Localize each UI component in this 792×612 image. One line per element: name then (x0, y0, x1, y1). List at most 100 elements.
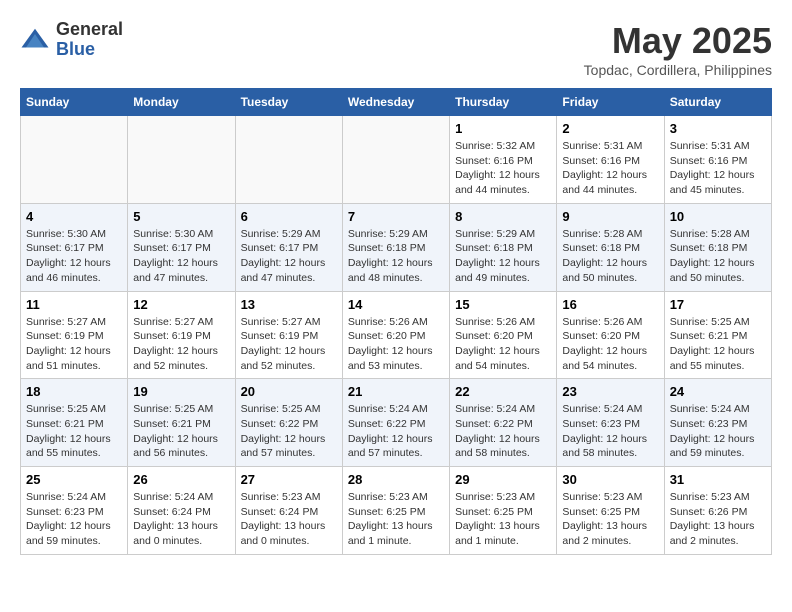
day-number: 13 (241, 297, 337, 312)
calendar-cell: 11 Sunrise: 5:27 AM Sunset: 6:19 PM Dayli… (21, 291, 128, 379)
day-number: 11 (26, 297, 122, 312)
day-number: 7 (348, 209, 444, 224)
calendar-cell: 10 Sunrise: 5:28 AM Sunset: 6:18 PM Dayli… (664, 203, 771, 291)
calendar-cell: 30Sunrise: 5:23 AM Sunset: 6:25 PM Dayli… (557, 467, 664, 555)
header-tuesday: Tuesday (235, 89, 342, 116)
day-number: 27 (241, 472, 337, 487)
calendar-cell: 4 Sunrise: 5:30 AM Sunset: 6:17 PM Daylig… (21, 203, 128, 291)
calendar-cell: 21Sunrise: 5:24 AM Sunset: 6:22 PM Dayli… (342, 379, 449, 467)
header-monday: Monday (128, 89, 235, 116)
day-info: Sunrise: 5:25 AM Sunset: 6:22 PM Dayligh… (241, 402, 337, 461)
calendar-cell: 14Sunrise: 5:26 AM Sunset: 6:20 PM Dayli… (342, 291, 449, 379)
day-info: Sunrise: 5:24 AM Sunset: 6:23 PM Dayligh… (26, 490, 122, 549)
calendar-cell: 17 Sunrise: 5:25 AM Sunset: 6:21 PM Dayli… (664, 291, 771, 379)
logo: General Blue (20, 20, 123, 60)
day-number: 8 (455, 209, 551, 224)
calendar-cell: 27 Sunrise: 5:23 AM Sunset: 6:24 PM Dayli… (235, 467, 342, 555)
header-thursday: Thursday (450, 89, 557, 116)
day-number: 6 (241, 209, 337, 224)
calendar-table: SundayMondayTuesdayWednesdayThursdayFrid… (20, 88, 772, 555)
title-section: May 2025 Topdac, Cordillera, Philippines (584, 20, 772, 78)
day-number: 5 (133, 209, 229, 224)
day-info: Sunrise: 5:23 AM Sunset: 6:26 PM Dayligh… (670, 490, 766, 549)
calendar-cell: 5 Sunrise: 5:30 AM Sunset: 6:17 PM Daylig… (128, 203, 235, 291)
day-info: Sunrise: 5:23 AM Sunset: 6:25 PM Dayligh… (562, 490, 658, 549)
week-row-3: 11 Sunrise: 5:27 AM Sunset: 6:19 PM Dayli… (21, 291, 772, 379)
day-number: 17 (670, 297, 766, 312)
day-number: 2 (562, 121, 658, 136)
day-number: 9 (562, 209, 658, 224)
calendar-cell: 18 Sunrise: 5:25 AM Sunset: 6:21 PM Dayli… (21, 379, 128, 467)
main-title: May 2025 (584, 20, 772, 62)
calendar-cell: 28Sunrise: 5:23 AM Sunset: 6:25 PM Dayli… (342, 467, 449, 555)
day-info: Sunrise: 5:27 AM Sunset: 6:19 PM Dayligh… (26, 315, 122, 374)
calendar-cell: 9 Sunrise: 5:28 AM Sunset: 6:18 PM Daylig… (557, 203, 664, 291)
header-friday: Friday (557, 89, 664, 116)
calendar-cell: 12 Sunrise: 5:27 AM Sunset: 6:19 PM Dayli… (128, 291, 235, 379)
day-info: Sunrise: 5:31 AM Sunset: 6:16 PM Dayligh… (670, 139, 766, 198)
day-info: Sunrise: 5:23 AM Sunset: 6:25 PM Dayligh… (455, 490, 551, 549)
day-info: Sunrise: 5:29 AM Sunset: 6:18 PM Dayligh… (455, 227, 551, 286)
day-info: Sunrise: 5:25 AM Sunset: 6:21 PM Dayligh… (670, 315, 766, 374)
day-info: Sunrise: 5:26 AM Sunset: 6:20 PM Dayligh… (562, 315, 658, 374)
calendar-cell: 15 Sunrise: 5:26 AM Sunset: 6:20 PM Dayli… (450, 291, 557, 379)
day-number: 28 (348, 472, 444, 487)
calendar-cell: 22Sunrise: 5:24 AM Sunset: 6:22 PM Dayli… (450, 379, 557, 467)
day-info: Sunrise: 5:24 AM Sunset: 6:24 PM Dayligh… (133, 490, 229, 549)
day-number: 25 (26, 472, 122, 487)
calendar-cell: 3 Sunrise: 5:31 AM Sunset: 6:16 PM Daylig… (664, 116, 771, 204)
day-info: Sunrise: 5:30 AM Sunset: 6:17 PM Dayligh… (133, 227, 229, 286)
day-number: 26 (133, 472, 229, 487)
day-info: Sunrise: 5:29 AM Sunset: 6:18 PM Dayligh… (348, 227, 444, 286)
day-info: Sunrise: 5:31 AM Sunset: 6:16 PM Dayligh… (562, 139, 658, 198)
calendar-cell (128, 116, 235, 204)
day-number: 20 (241, 384, 337, 399)
day-info: Sunrise: 5:24 AM Sunset: 6:23 PM Dayligh… (562, 402, 658, 461)
day-info: Sunrise: 5:27 AM Sunset: 6:19 PM Dayligh… (241, 315, 337, 374)
logo-icon (20, 25, 50, 55)
week-row-1: 1Sunrise: 5:32 AM Sunset: 6:16 PM Daylig… (21, 116, 772, 204)
calendar-cell: 20 Sunrise: 5:25 AM Sunset: 6:22 PM Dayli… (235, 379, 342, 467)
calendar-cell (235, 116, 342, 204)
calendar-cell: 25 Sunrise: 5:24 AM Sunset: 6:23 PM Dayli… (21, 467, 128, 555)
header-row: SundayMondayTuesdayWednesdayThursdayFrid… (21, 89, 772, 116)
day-info: Sunrise: 5:28 AM Sunset: 6:18 PM Dayligh… (562, 227, 658, 286)
calendar-cell: 8 Sunrise: 5:29 AM Sunset: 6:18 PM Daylig… (450, 203, 557, 291)
day-number: 29 (455, 472, 551, 487)
calendar-cell: 24Sunrise: 5:24 AM Sunset: 6:23 PM Dayli… (664, 379, 771, 467)
day-number: 12 (133, 297, 229, 312)
calendar-cell (342, 116, 449, 204)
calendar-cell: 29 Sunrise: 5:23 AM Sunset: 6:25 PM Dayli… (450, 467, 557, 555)
day-number: 4 (26, 209, 122, 224)
page-header: General Blue May 2025 Topdac, Cordillera… (20, 20, 772, 78)
day-info: Sunrise: 5:24 AM Sunset: 6:23 PM Dayligh… (670, 402, 766, 461)
day-info: Sunrise: 5:26 AM Sunset: 6:20 PM Dayligh… (455, 315, 551, 374)
day-info: Sunrise: 5:28 AM Sunset: 6:18 PM Dayligh… (670, 227, 766, 286)
day-number: 10 (670, 209, 766, 224)
day-number: 16 (562, 297, 658, 312)
day-number: 3 (670, 121, 766, 136)
day-info: Sunrise: 5:27 AM Sunset: 6:19 PM Dayligh… (133, 315, 229, 374)
calendar-cell: 7 Sunrise: 5:29 AM Sunset: 6:18 PM Daylig… (342, 203, 449, 291)
calendar-cell: 26 Sunrise: 5:24 AM Sunset: 6:24 PM Dayli… (128, 467, 235, 555)
week-row-4: 18 Sunrise: 5:25 AM Sunset: 6:21 PM Dayli… (21, 379, 772, 467)
day-number: 15 (455, 297, 551, 312)
header-saturday: Saturday (664, 89, 771, 116)
day-info: Sunrise: 5:30 AM Sunset: 6:17 PM Dayligh… (26, 227, 122, 286)
calendar-cell: 1Sunrise: 5:32 AM Sunset: 6:16 PM Daylig… (450, 116, 557, 204)
header-sunday: Sunday (21, 89, 128, 116)
day-number: 23 (562, 384, 658, 399)
day-number: 18 (26, 384, 122, 399)
week-row-5: 25 Sunrise: 5:24 AM Sunset: 6:23 PM Dayli… (21, 467, 772, 555)
day-info: Sunrise: 5:23 AM Sunset: 6:24 PM Dayligh… (241, 490, 337, 549)
subtitle: Topdac, Cordillera, Philippines (584, 62, 772, 78)
logo-blue: Blue (56, 40, 123, 60)
calendar-cell: 13 Sunrise: 5:27 AM Sunset: 6:19 PM Dayli… (235, 291, 342, 379)
day-info: Sunrise: 5:24 AM Sunset: 6:22 PM Dayligh… (348, 402, 444, 461)
day-info: Sunrise: 5:25 AM Sunset: 6:21 PM Dayligh… (26, 402, 122, 461)
calendar-cell: 6Sunrise: 5:29 AM Sunset: 6:17 PM Daylig… (235, 203, 342, 291)
day-number: 19 (133, 384, 229, 399)
day-number: 14 (348, 297, 444, 312)
day-info: Sunrise: 5:24 AM Sunset: 6:22 PM Dayligh… (455, 402, 551, 461)
calendar-cell: 31Sunrise: 5:23 AM Sunset: 6:26 PM Dayli… (664, 467, 771, 555)
